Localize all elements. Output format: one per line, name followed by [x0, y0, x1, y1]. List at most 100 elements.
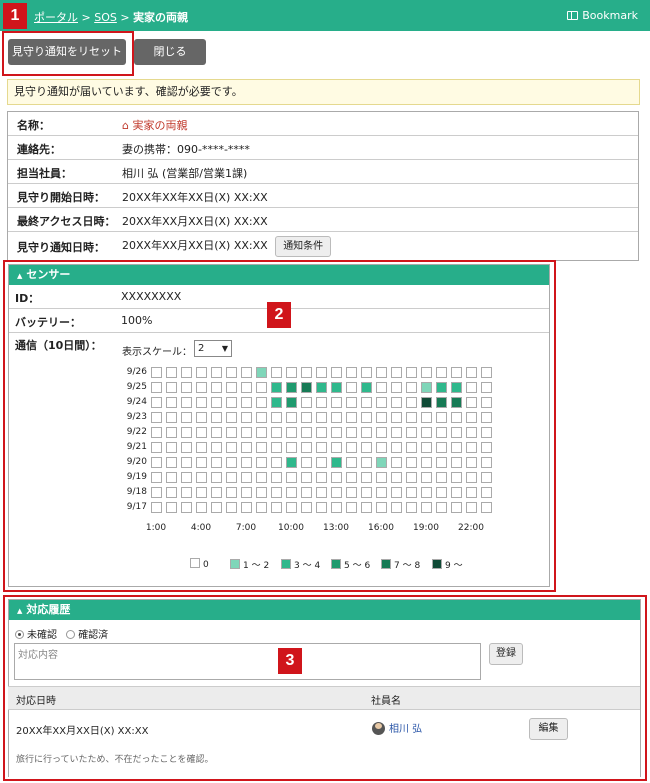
heatmap-cell: [181, 502, 192, 513]
info-row-notified: 見守り通知日時： 20XX年XX月XX日(X) XX:XX 通知条件: [8, 232, 638, 260]
legend-swatch: [381, 559, 391, 569]
heatmap-cell: [406, 412, 417, 423]
heatmap-cell: [361, 472, 372, 483]
heatmap-cell: [196, 457, 207, 468]
heatmap-cell: [211, 382, 222, 393]
heatmap-cell: [436, 502, 447, 513]
heatmap-cell: [361, 412, 372, 423]
heatmap-cell: [421, 382, 432, 393]
heatmap-cell: [331, 427, 342, 438]
column-label: 7:00: [235, 523, 257, 533]
notification-condition-button[interactable]: 通知条件: [275, 236, 332, 257]
reset-notification-button[interactable]: 見守り通知をリセット: [8, 39, 126, 65]
column-label: 13:00: [323, 523, 349, 533]
heatmap-cell: [436, 442, 447, 453]
info-value: 20XX年XX月XX日(X) XX:XX: [122, 215, 268, 228]
radio-confirmed[interactable]: 確認済: [66, 630, 108, 641]
heatmap-cell: [241, 442, 252, 453]
bookmark-label: Bookmark: [582, 9, 638, 22]
book-icon: [567, 11, 579, 20]
heatmap-cell: [256, 427, 267, 438]
close-button[interactable]: 閉じる: [134, 39, 206, 65]
heatmap-cell: [391, 382, 402, 393]
heatmap-cell: [241, 397, 252, 408]
heatmap-cell: [271, 367, 282, 378]
info-value: 20XX年XX月XX日(X) XX:XX: [122, 239, 268, 252]
heatmap-cell: [196, 397, 207, 408]
legend-item: 0: [190, 558, 209, 570]
breadcrumb-sos[interactable]: SOS: [94, 11, 117, 24]
heatmap-cell: [346, 472, 357, 483]
legend-label: 1 ～ 2: [243, 561, 270, 571]
legend-item: 3 ～ 4: [281, 558, 320, 571]
callout-2: 2: [267, 302, 291, 328]
sensor-panel-header[interactable]: ▲ センサー: [9, 265, 549, 285]
info-label: 担当社員：: [17, 167, 72, 180]
sensor-value: 100%: [121, 314, 153, 327]
heatmap-cell: [421, 472, 432, 483]
heatmap-cell: [346, 457, 357, 468]
heatmap-cell: [166, 472, 177, 483]
row-label: 9/22: [126, 427, 147, 437]
heatmap-cell: [481, 367, 492, 378]
radio-checked-icon: [15, 630, 24, 639]
bookmark-link[interactable]: Bookmark: [567, 9, 638, 22]
heatmap-cell: [466, 457, 477, 468]
column-label: 19:00: [413, 523, 439, 533]
column-label: 16:00: [368, 523, 394, 533]
breadcrumb-portal[interactable]: ポータル: [34, 11, 78, 24]
heatmap-cell: [301, 472, 312, 483]
heatmap-cell: [391, 472, 402, 483]
heatmap-cell: [181, 472, 192, 483]
heatmap-cell: [211, 487, 222, 498]
heatmap-cell: [196, 442, 207, 453]
heatmap-cell: [166, 427, 177, 438]
heatmap-cell: [241, 487, 252, 498]
heatmap-cell: [436, 457, 447, 468]
heatmap-cell: [406, 367, 417, 378]
heatmap-cell: [166, 367, 177, 378]
heatmap-cell: [331, 382, 342, 393]
response-textarea[interactable]: 対応内容: [14, 643, 481, 680]
heatmap-cell: [286, 487, 297, 498]
heatmap-cell: [256, 397, 267, 408]
column-label: 1:00: [145, 523, 167, 533]
heatmap-cell: [241, 382, 252, 393]
heatmap-cell: [406, 427, 417, 438]
heatmap-cell: [346, 382, 357, 393]
heatmap-cell: [436, 397, 447, 408]
info-row-start: 見守り開始日時： 20XX年XX年XX日(X) XX:XX: [8, 184, 638, 208]
heatmap-cell: [181, 367, 192, 378]
heatmap-cell: [301, 382, 312, 393]
info-value[interactable]: ⌂ 実家の両親: [122, 117, 187, 133]
heatmap-cell: [466, 502, 477, 513]
legend-swatch: [281, 559, 291, 569]
row-label: 9/19: [126, 472, 147, 482]
heatmap-cell: [331, 487, 342, 498]
heatmap-cell: [211, 427, 222, 438]
column-label: 4:00: [190, 523, 212, 533]
history-panel-header[interactable]: ▲ 対応履歴: [9, 600, 640, 620]
heatmap-cell: [256, 442, 267, 453]
register-button[interactable]: 登録: [489, 643, 523, 665]
heatmap-cell: [421, 457, 432, 468]
radio-unchecked-icon: [66, 630, 76, 639]
heatmap-cell: [271, 412, 282, 423]
heatmap-cell: [406, 382, 417, 393]
edit-button[interactable]: 編集: [529, 718, 568, 740]
heatmap-cell: [166, 487, 177, 498]
sensor-label: バッテリー：: [15, 316, 81, 329]
row-label: 9/23: [126, 412, 147, 422]
heatmap-cell: [256, 502, 267, 513]
heatmap-cell: [166, 382, 177, 393]
heatmap-cell: [286, 412, 297, 423]
heatmap-cell: [151, 397, 162, 408]
heatmap-cell: [151, 442, 162, 453]
entry-staff-link[interactable]: 相川 弘: [372, 720, 422, 735]
scale-select[interactable]: 2 ▼: [194, 340, 232, 357]
heatmap-cell: [226, 427, 237, 438]
radio-unconfirmed[interactable]: 未確認: [15, 630, 57, 641]
dropdown-arrow-icon: ▼: [221, 344, 228, 353]
legend-swatch: [432, 559, 442, 569]
info-label: 見守り開始日時：: [17, 191, 105, 204]
